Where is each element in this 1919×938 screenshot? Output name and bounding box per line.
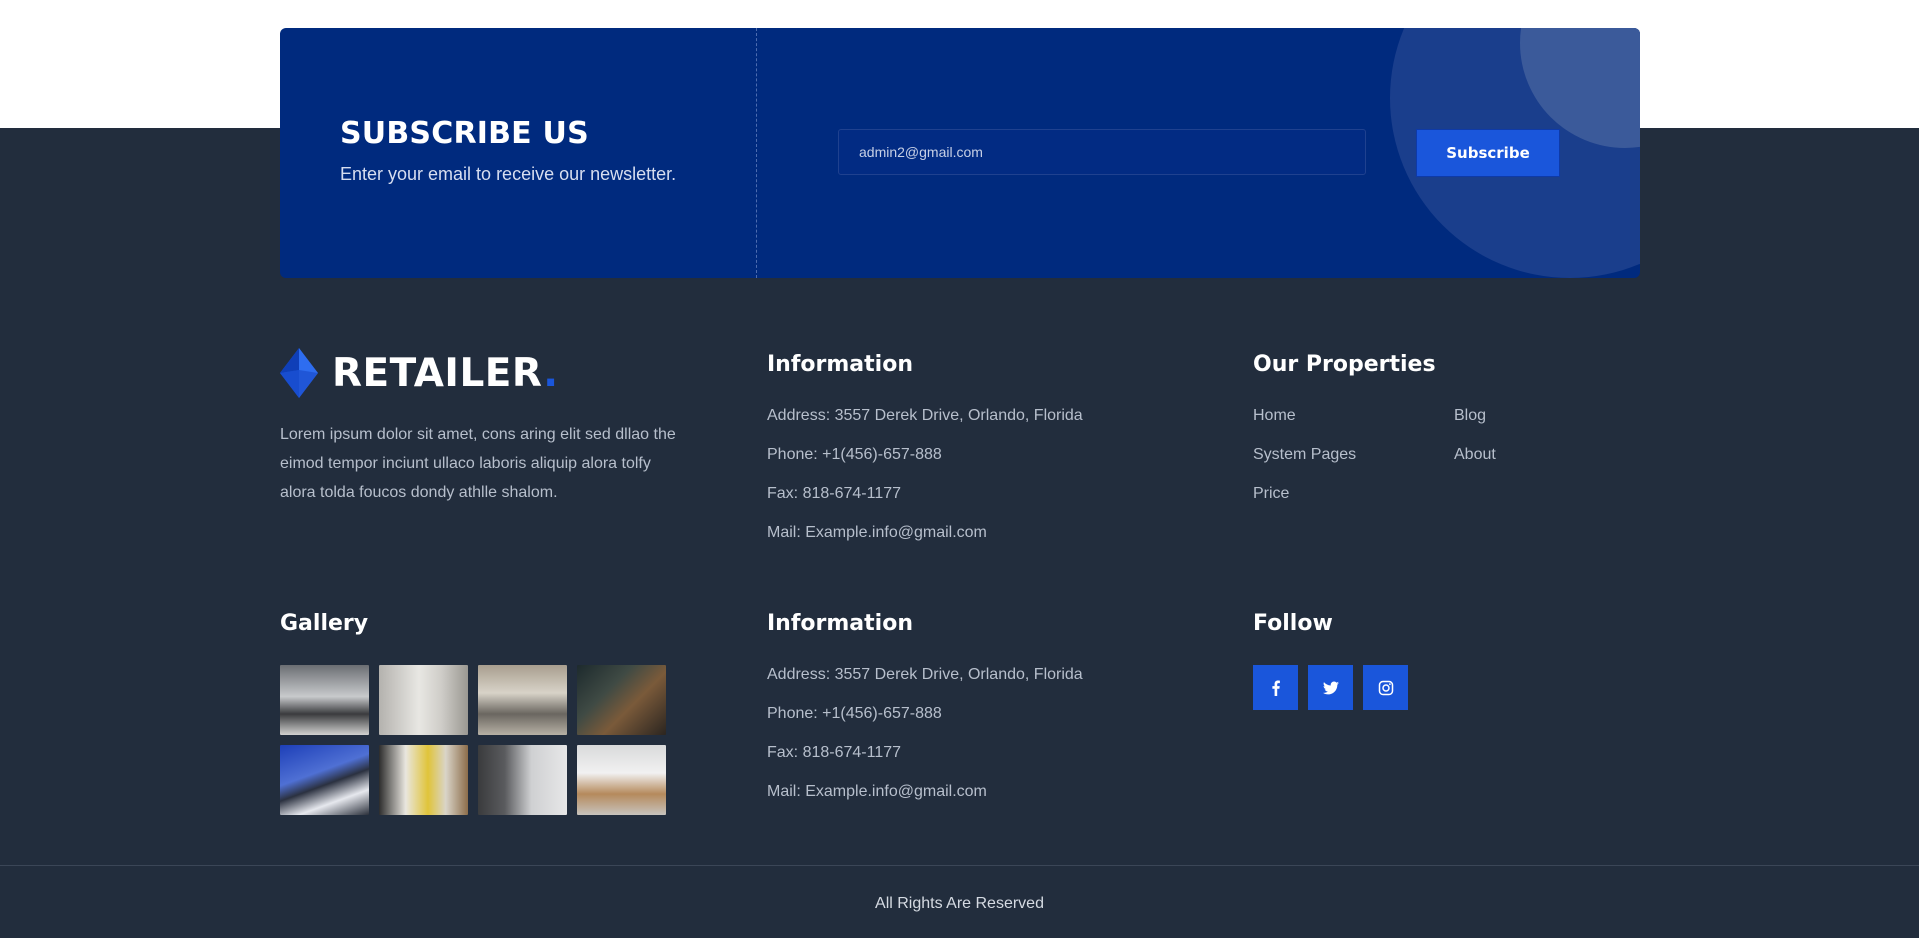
brand-name-text: RETAILER <box>332 350 544 396</box>
phone-text: Phone: +1(456)-657-888 <box>767 446 942 463</box>
link-system-pages[interactable]: System Pages <box>1253 445 1454 465</box>
gallery-image-bedroom-mirror[interactable] <box>379 665 468 735</box>
gallery-image-living-room[interactable] <box>280 665 369 735</box>
brand-dot: . <box>543 350 559 396</box>
subscribe-banner: SUBSCRIBE US Enter your email to receive… <box>280 28 1640 278</box>
brand-description: Lorem ipsum dolor sit amet, cons aring e… <box>280 426 676 501</box>
facebook-button[interactable] <box>1253 665 1298 710</box>
link-blog[interactable]: Blog <box>1454 406 1554 426</box>
follow-title: Follow <box>1253 611 1333 636</box>
copyright-text: All Rights Are Reserved <box>875 895 1044 912</box>
link-home[interactable]: Home <box>1253 406 1454 426</box>
twitter-icon <box>1322 681 1339 694</box>
address-text: Address: 3557 Derek Drive, Orlando, Flor… <box>767 666 1083 683</box>
link-price[interactable]: Price <box>1253 484 1454 504</box>
information-title: Information <box>767 352 913 377</box>
facebook-icon <box>1271 680 1280 696</box>
gallery-title: Gallery <box>280 611 369 636</box>
information-list: Address: 3557 Derek Drive, Orlando, Flor… <box>767 406 1083 562</box>
banner-divider <box>756 28 757 278</box>
mail-text: Mail: Example.info@gmail.com <box>767 524 987 541</box>
fax-text: Fax: 818-674-1177 <box>767 485 902 502</box>
link-about[interactable]: About <box>1454 445 1554 465</box>
gallery-image-lounge[interactable] <box>478 665 567 735</box>
properties-title: Our Properties <box>1253 352 1436 377</box>
newsletter-email-input[interactable] <box>838 129 1366 175</box>
gallery-grid <box>280 665 666 815</box>
brand-name: RETAILER. <box>332 351 559 396</box>
gallery-image-building-facade[interactable] <box>280 745 369 815</box>
information-title-2: Information <box>767 611 913 636</box>
fax-text: Fax: 818-674-1177 <box>767 744 902 761</box>
address-text: Address: 3557 Derek Drive, Orlando, Flor… <box>767 407 1083 424</box>
instagram-button[interactable] <box>1363 665 1408 710</box>
subscribe-button[interactable]: Subscribe <box>1416 129 1560 177</box>
information-list-2: Address: 3557 Derek Drive, Orlando, Flor… <box>767 665 1083 821</box>
twitter-button[interactable] <box>1308 665 1353 710</box>
gallery-image-yellow-chair-room[interactable] <box>379 745 468 815</box>
mail-text: Mail: Example.info@gmail.com <box>767 783 987 800</box>
instagram-icon <box>1378 680 1393 695</box>
phone-text: Phone: +1(456)-657-888 <box>767 705 942 722</box>
footer-divider <box>0 865 1919 866</box>
diamond-logo-icon <box>280 348 318 398</box>
gallery-image-dining-table[interactable] <box>577 745 666 815</box>
brand-logo[interactable]: RETAILER. <box>280 348 559 398</box>
properties-links: Home Blog System Pages About Price <box>1253 406 1533 504</box>
subscribe-description: Enter your email to receive our newslett… <box>340 164 677 184</box>
gallery-image-kitchen[interactable] <box>478 745 567 815</box>
gallery-image-dining-room[interactable] <box>577 665 666 735</box>
social-links <box>1253 665 1408 710</box>
subscribe-title: SUBSCRIBE US <box>340 116 589 151</box>
